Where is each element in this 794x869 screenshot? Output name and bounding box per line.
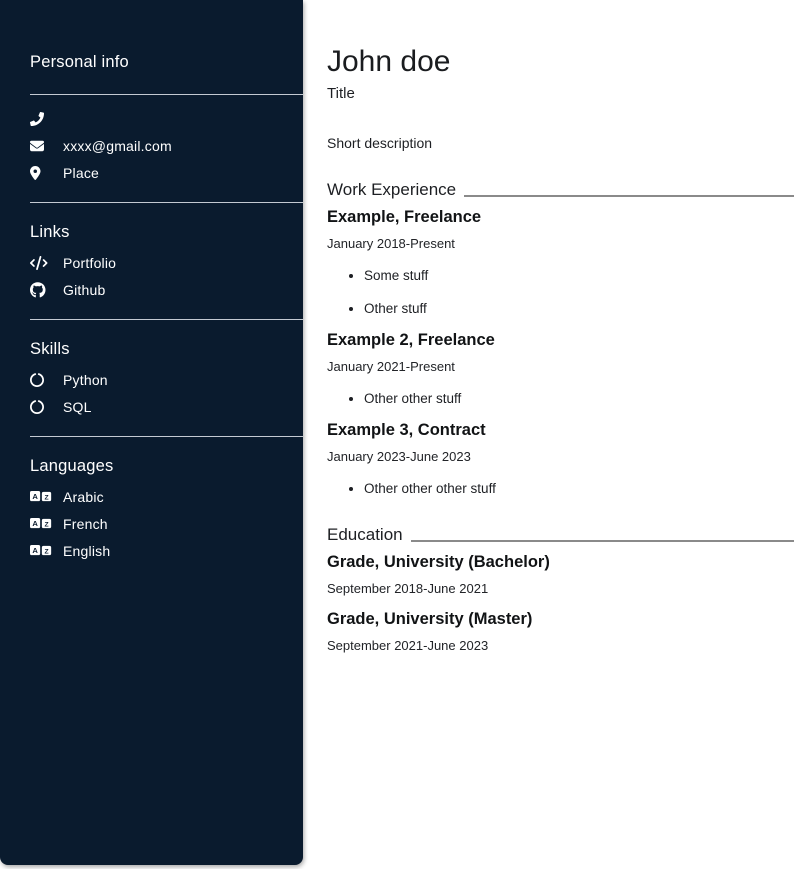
circle-notch-icon [30, 373, 52, 387]
svg-text:Z: Z [44, 521, 48, 528]
section-heading: Work Experience [327, 179, 794, 200]
sidebar-section-title: Links [30, 222, 303, 242]
entry-date: January 2021-Present [327, 359, 794, 374]
sidebar-item-place: Place [30, 159, 303, 186]
phone-icon [30, 112, 52, 126]
section-heading-rule [411, 540, 794, 542]
sidebar-item-label: SQL [63, 399, 92, 415]
entry-title: Grade, University (Bachelor) [327, 552, 794, 572]
section-education: Education Grade, University (Bachelor) Se… [327, 524, 794, 653]
sidebar-item-label: Place [63, 165, 99, 181]
entry-bullet: Other other stuff [364, 390, 794, 407]
sidebar-item-label: Github [63, 282, 105, 298]
sidebar-section-title: Personal info [30, 52, 303, 72]
sidebar-section-languages: Languages AZ Arabic AZ French AZ English [30, 456, 303, 564]
svg-text:A: A [32, 492, 38, 501]
sidebar-item-xxxx-gmail-com: xxxx@gmail.com [30, 132, 303, 159]
language-icon: AZ [30, 544, 52, 557]
entry-date: January 2018-Present [327, 236, 794, 251]
section-heading-label: Work Experience [327, 179, 456, 200]
sidebar-item-label: English [63, 543, 110, 559]
entry-bullet: Other other other stuff [364, 480, 794, 497]
entry-date: January 2023-June 2023 [327, 449, 794, 464]
sidebar-section-title: Languages [30, 456, 303, 476]
sidebar-item-python: Python [30, 366, 303, 393]
sidebar-item-sql: SQL [30, 393, 303, 420]
language-icon: AZ [30, 490, 52, 503]
entry-title: Example 2, Freelance [327, 330, 794, 350]
sidebar-section-title: Skills [30, 339, 303, 359]
sidebar-section-skills: Skills Python SQL [30, 339, 303, 420]
entry-bullet: Some stuff [364, 267, 794, 284]
sidebar-section-personal-info: Personal info xxxx@gmail.com Place [30, 52, 303, 186]
entry-title: Grade, University (Master) [327, 609, 794, 629]
sidebar-item-label: xxxx@gmail.com [63, 138, 172, 154]
svg-text:A: A [32, 519, 38, 528]
sidebar-divider [30, 202, 303, 203]
sidebar-divider [30, 436, 303, 437]
entry-date: September 2021-June 2023 [327, 638, 794, 653]
sidebar-item-label: French [63, 516, 108, 532]
entry-title: Example 3, Contract [327, 420, 794, 440]
sidebar-divider [30, 319, 303, 320]
circle-notch-icon [30, 400, 52, 414]
entry-title: Example, Freelance [327, 207, 794, 227]
section-heading-rule [464, 195, 794, 197]
entry-date: September 2018-June 2021 [327, 581, 794, 596]
entry-bullet-list: Some stuff Other stuff [327, 267, 794, 317]
sidebar-item-phone [30, 105, 303, 132]
sidebar-divider [30, 94, 303, 95]
section-heading: Education [327, 524, 794, 545]
section-work-experience: Work Experience Example, Freelance Januar… [327, 179, 794, 497]
sidebar-section-links: Links Portfolio Github [30, 222, 303, 303]
sidebar-item-label: Python [63, 372, 108, 388]
sidebar-item-portfolio[interactable]: Portfolio [30, 249, 303, 276]
short-description: Short description [327, 134, 794, 152]
sidebar-item-label: Arabic [63, 489, 104, 505]
entry-bullet-list: Other other other stuff [327, 480, 794, 497]
envelope-icon [30, 139, 52, 153]
person-title: Title [327, 84, 794, 103]
entry-bullet: Other stuff [364, 300, 794, 317]
sidebar-item-arabic: AZ Arabic [30, 483, 303, 510]
sidebar-item-github[interactable]: Github [30, 276, 303, 303]
entry-bullet-list: Other other stuff [327, 390, 794, 407]
section-heading-label: Education [327, 524, 403, 545]
language-icon: AZ [30, 517, 52, 530]
sidebar: Personal info xxxx@gmail.com Place Links… [0, 0, 303, 865]
sidebar-item-english: AZ English [30, 537, 303, 564]
svg-text:A: A [32, 546, 38, 555]
svg-text:Z: Z [44, 494, 48, 501]
resume-main: John doe Title Short description Work Ex… [327, 0, 794, 653]
sidebar-item-label: Portfolio [63, 255, 116, 271]
code-icon [30, 256, 52, 270]
person-name: John doe [327, 44, 794, 80]
github-icon [30, 282, 52, 298]
sidebar-item-french: AZ French [30, 510, 303, 537]
svg-text:Z: Z [44, 548, 48, 555]
location-pin-icon [30, 166, 52, 180]
